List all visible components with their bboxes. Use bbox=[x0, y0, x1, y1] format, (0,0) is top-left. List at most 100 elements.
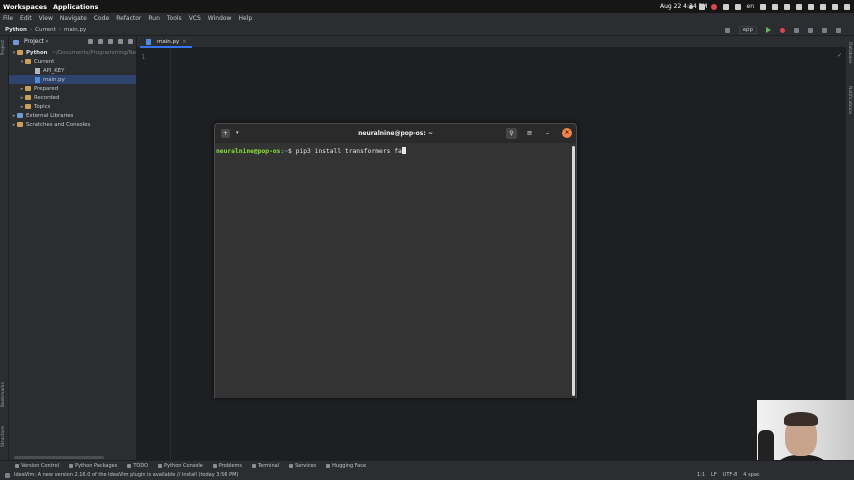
menu-refactor[interactable]: Refactor bbox=[116, 15, 141, 22]
expand-all-icon[interactable] bbox=[98, 39, 103, 44]
locate-icon[interactable] bbox=[88, 39, 93, 44]
build-icon[interactable] bbox=[724, 27, 730, 33]
dropbox-icon[interactable] bbox=[772, 3, 778, 10]
tree-item-recorded[interactable]: ▸ Recorded bbox=[9, 93, 136, 102]
menu-tools[interactable]: Tools bbox=[167, 15, 182, 22]
notification-icon[interactable] bbox=[5, 472, 10, 478]
tree-item-main-py[interactable]: main.py bbox=[9, 75, 136, 84]
terminal-body[interactable]: neuralnine@pop-os:~$ pip3 install transf… bbox=[215, 143, 576, 398]
breadcrumb-file[interactable]: main.py bbox=[64, 27, 86, 33]
editor-tab-main-py[interactable]: main.py × bbox=[140, 37, 193, 48]
tool-label: Hugging Face bbox=[332, 462, 367, 469]
inspection-ok-icon[interactable]: ✓ bbox=[837, 52, 842, 59]
tree-label: Topics bbox=[34, 103, 51, 110]
tool-services[interactable]: Services bbox=[289, 463, 316, 469]
run-icon[interactable] bbox=[766, 27, 771, 33]
menu-navigate[interactable]: Navigate bbox=[60, 15, 87, 22]
project-panel-title[interactable]: Project bbox=[24, 39, 44, 45]
indent-setting[interactable]: 4 spac bbox=[743, 472, 759, 478]
list-icon bbox=[127, 463, 132, 468]
chevron-down-icon[interactable]: ▾ bbox=[44, 39, 50, 45]
bookmarks-tool-tab[interactable]: Bookmarks bbox=[1, 382, 6, 407]
file-encoding[interactable]: UTF-8 bbox=[723, 472, 738, 478]
applications-menu[interactable]: Applications bbox=[53, 3, 98, 11]
collapse-all-icon[interactable] bbox=[108, 39, 113, 44]
new-tab-icon[interactable]: + bbox=[221, 129, 230, 138]
menu-window[interactable]: Window bbox=[208, 15, 232, 22]
warning-icon bbox=[212, 463, 217, 468]
tree-label: main.py bbox=[43, 76, 65, 83]
tool-python-packages[interactable]: Python Packages bbox=[69, 463, 117, 469]
notifications-tool-tab[interactable]: Notifications bbox=[847, 86, 852, 114]
bluetooth-icon[interactable] bbox=[784, 3, 790, 10]
tool-todo[interactable]: TODO bbox=[127, 463, 148, 469]
chevron-down-icon[interactable]: ▾ bbox=[236, 130, 239, 136]
screen-icon[interactable] bbox=[760, 3, 766, 10]
tree-path: ~/Documents/Programming/Ne bbox=[51, 49, 136, 56]
structure-tool-tab[interactable]: Structure bbox=[1, 426, 6, 447]
database-tool-tab[interactable]: Database bbox=[847, 42, 852, 63]
breadcrumb-project[interactable]: Python bbox=[5, 27, 27, 33]
tree-item-topics[interactable]: ▸ Topics bbox=[9, 102, 136, 111]
tool-problems[interactable]: Problems bbox=[212, 463, 242, 469]
webcam-person-hair bbox=[784, 412, 818, 426]
terminal-titlebar[interactable]: + ▾ neuralnine@pop-os: ~ ⚲ ≡ – × bbox=[215, 124, 576, 143]
project-horizontal-scrollbar[interactable] bbox=[14, 456, 104, 459]
minimize-icon[interactable]: – bbox=[542, 128, 553, 139]
search-icon[interactable]: ⚲ bbox=[506, 128, 517, 139]
tree-item-root[interactable]: ▾ Python ~/Documents/Programming/Ne bbox=[9, 48, 136, 57]
keyboard-language[interactable]: en bbox=[747, 3, 755, 10]
menu-code[interactable]: Code bbox=[94, 15, 109, 22]
coverage-icon[interactable] bbox=[794, 27, 799, 33]
close-icon[interactable]: × bbox=[562, 128, 572, 138]
hamburger-menu-icon[interactable]: ≡ bbox=[524, 128, 535, 139]
close-icon[interactable]: × bbox=[182, 39, 186, 45]
tool-version-control[interactable]: Version Control bbox=[15, 463, 59, 469]
breadcrumb-folder[interactable]: Current bbox=[35, 27, 56, 33]
tree-item-api-key[interactable]: API_KEY bbox=[9, 66, 136, 75]
menu-edit[interactable]: Edit bbox=[20, 15, 32, 22]
tree-item-external-libraries[interactable]: ▸ External Libraries bbox=[9, 111, 136, 120]
battery-icon[interactable] bbox=[832, 3, 838, 10]
settings-icon[interactable] bbox=[836, 27, 841, 33]
tree-item-scratches[interactable]: ▸ Scratches and Consoles bbox=[9, 120, 136, 129]
tree-item-prepared[interactable]: ▸ Prepared bbox=[9, 84, 136, 93]
workspaces-button[interactable]: Workspaces bbox=[3, 3, 47, 11]
steam-icon[interactable] bbox=[722, 3, 729, 10]
debug-icon[interactable] bbox=[780, 27, 785, 33]
power-icon[interactable] bbox=[844, 3, 850, 10]
menu-run[interactable]: Run bbox=[148, 15, 160, 22]
hide-icon[interactable] bbox=[128, 39, 133, 44]
menu-file[interactable]: File bbox=[3, 15, 13, 22]
menu-view[interactable]: View bbox=[39, 15, 53, 22]
terminal-command: pip3 install transformers fa bbox=[291, 148, 402, 155]
screen-record-icon[interactable] bbox=[710, 3, 717, 10]
library-icon bbox=[17, 113, 23, 118]
tree-item-current[interactable]: ▾ Current bbox=[9, 57, 136, 66]
run-configuration-select[interactable]: app bbox=[738, 26, 757, 34]
menu-vcs[interactable]: VCS bbox=[189, 15, 201, 22]
menu-help[interactable]: Help bbox=[238, 15, 252, 22]
terminal-title: neuralnine@pop-os: ~ bbox=[358, 130, 433, 137]
line-number: 1 bbox=[141, 53, 146, 61]
clipboard-icon[interactable] bbox=[698, 3, 705, 10]
project-tool-tab[interactable]: Project bbox=[1, 40, 6, 55]
tree-label: Prepared bbox=[34, 85, 59, 92]
discord-icon[interactable] bbox=[734, 3, 741, 10]
tool-hugging-face[interactable]: Hugging Face bbox=[326, 463, 366, 469]
volume-icon[interactable] bbox=[808, 3, 814, 10]
navigation-bar: Python › Current › main.py app bbox=[0, 24, 854, 36]
caret-position[interactable]: 1:1 bbox=[697, 472, 705, 478]
options-icon[interactable] bbox=[118, 39, 123, 44]
tree-label: External Libraries bbox=[26, 112, 74, 119]
record-dot-icon[interactable] bbox=[688, 4, 693, 9]
line-separator[interactable]: LF bbox=[711, 472, 717, 478]
tool-python-console[interactable]: Python Console bbox=[158, 463, 203, 469]
tool-terminal[interactable]: Terminal bbox=[251, 463, 279, 469]
search-icon[interactable] bbox=[822, 27, 827, 33]
terminal-scrollbar[interactable] bbox=[572, 146, 575, 396]
status-message[interactable]: IdeaVim: A new version 2.16.0 of the Ide… bbox=[14, 472, 238, 478]
profile-icon[interactable] bbox=[808, 27, 813, 33]
network-icon[interactable] bbox=[796, 3, 802, 10]
microphone-icon[interactable] bbox=[820, 3, 826, 10]
